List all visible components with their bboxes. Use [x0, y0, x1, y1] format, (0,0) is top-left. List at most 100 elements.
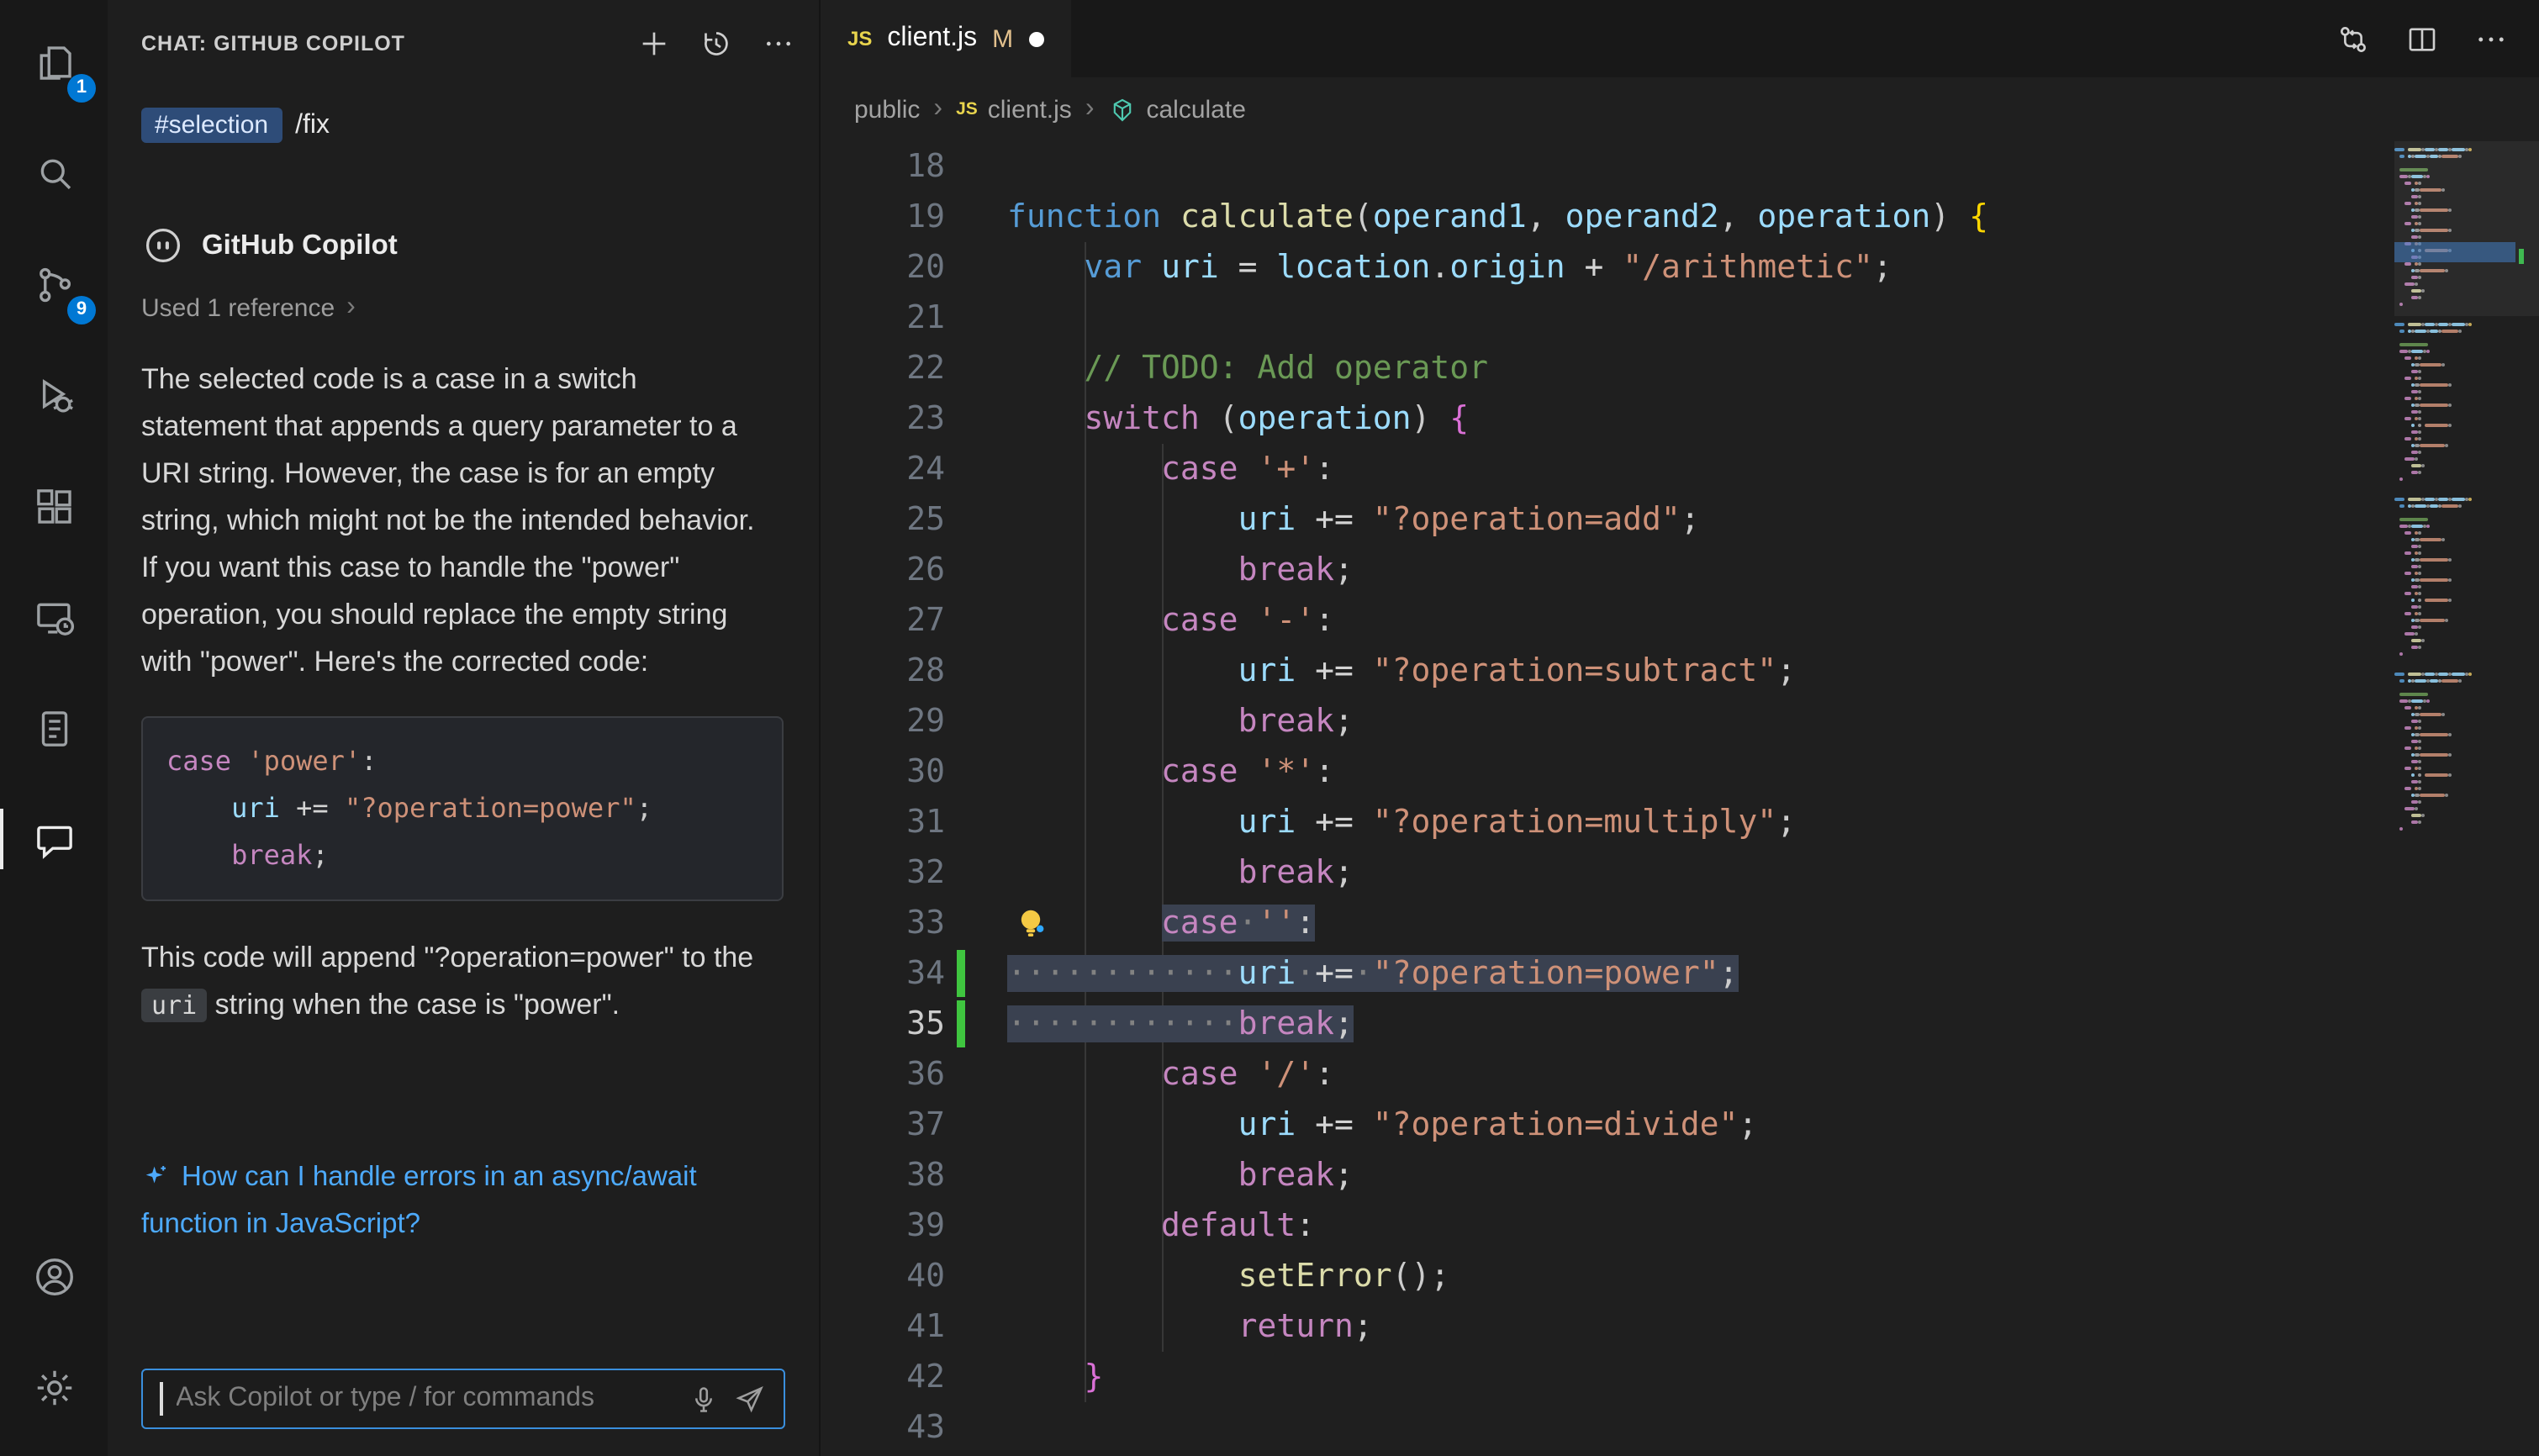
lightbulb-icon[interactable]	[1016, 906, 1048, 942]
activity-item-remote-explorer[interactable]	[0, 562, 108, 673]
chat-input-placeholder: Ask Copilot or type / for commands	[176, 1384, 674, 1414]
chat-header-actions	[637, 27, 795, 61]
assistant-paragraph-1: The selected code is a case in a switch …	[141, 356, 767, 686]
activity-item-source-control[interactable]: 9	[0, 229, 108, 340]
activity-item-notebook[interactable]	[0, 673, 108, 783]
line-number[interactable]: 29	[821, 703, 945, 740]
line-number[interactable]: 24	[821, 451, 945, 488]
code-line[interactable]: 31 uri += "?operation=multiply";	[821, 797, 2539, 847]
line-number[interactable]: 32	[821, 854, 945, 891]
followup-suggestion-link[interactable]: How can I handle errors in an async/awai…	[141, 1153, 797, 1248]
references-toggle[interactable]: Used 1 reference ›	[141, 293, 356, 323]
code-line[interactable]: 36 case '/':	[821, 1049, 2539, 1100]
line-number[interactable]: 41	[821, 1308, 945, 1345]
line-number[interactable]: 31	[821, 804, 945, 841]
plus-icon	[637, 27, 671, 61]
activity-item-run-debug[interactable]	[0, 340, 108, 451]
code-line[interactable]: 26 break;	[821, 545, 2539, 595]
line-number[interactable]: 20	[821, 249, 945, 286]
line-number[interactable]: 30	[821, 753, 945, 790]
line-number[interactable]: 19	[821, 198, 945, 235]
code-line[interactable]: 32 break;	[821, 847, 2539, 898]
code-line[interactable]: 35············break;	[821, 999, 2539, 1049]
send-button[interactable]	[733, 1382, 767, 1416]
code-line[interactable]: 38 break;	[821, 1150, 2539, 1200]
line-number[interactable]: 33	[821, 905, 945, 942]
code-line[interactable]: 28 uri += "?operation=subtract";	[821, 646, 2539, 696]
code-line[interactable]: 42 }	[821, 1352, 2539, 1402]
activity-item-explorer[interactable]: 1	[0, 7, 108, 118]
code-line[interactable]: 18	[821, 141, 2539, 192]
code-line[interactable]: 23 switch (operation) {	[821, 393, 2539, 444]
activity-item-settings[interactable]	[0, 1332, 108, 1443]
history-button[interactable]	[699, 27, 733, 61]
line-number[interactable]: 42	[821, 1358, 945, 1395]
code-line[interactable]: 19function calculate(operand1, operand2,…	[821, 192, 2539, 242]
code-line[interactable]: 20 var uri = location.origin + "/arithme…	[821, 242, 2539, 293]
line-number[interactable]: 39	[821, 1207, 945, 1244]
breadcrumb-symbol[interactable]: calculate	[1107, 95, 1245, 124]
code-line[interactable]: 30 case '*':	[821, 746, 2539, 797]
assistant-header: GitHub Copilot	[141, 224, 785, 267]
copilot-avatar-icon	[141, 224, 185, 267]
explorer-icon	[31, 40, 77, 85]
code-line[interactable]: 25 uri += "?operation=add";	[821, 494, 2539, 545]
overview-ruler	[2515, 141, 2539, 1456]
breadcrumb-folder[interactable]: public	[854, 95, 920, 124]
gutter-change-bar	[957, 1000, 965, 1047]
code-line[interactable]: 24 case '+':	[821, 444, 2539, 494]
compare-changes-button[interactable]	[2336, 21, 2371, 56]
code-line[interactable]: 27 case '-':	[821, 595, 2539, 646]
breadcrumb-file[interactable]: JS client.js	[956, 95, 1072, 124]
editor-actions	[2336, 0, 2539, 77]
inline-code-uri: uri	[141, 989, 207, 1022]
activity-item-accounts[interactable]	[0, 1221, 108, 1332]
code-line[interactable]: 41 return;	[821, 1301, 2539, 1352]
code-line[interactable]: 43	[821, 1402, 2539, 1453]
code-line[interactable]: 39 default:	[821, 1200, 2539, 1251]
tab-client-js[interactable]: JS client.js M	[821, 0, 1070, 77]
activity-item-chat[interactable]	[0, 783, 108, 894]
chat-input[interactable]: Ask Copilot or type / for commands	[141, 1369, 785, 1429]
code-editor[interactable]: 18 19function calculate(operand1, operand…	[821, 141, 2539, 1456]
line-number[interactable]: 23	[821, 400, 945, 437]
line-number[interactable]: 21	[821, 299, 945, 336]
line-number[interactable]: 40	[821, 1258, 945, 1295]
assistant-message: GitHub Copilot Used 1 reference › The se…	[141, 224, 785, 1248]
mic-button[interactable]	[688, 1383, 720, 1415]
code-line[interactable]: 34············uri·+=·"?operation=power";	[821, 948, 2539, 999]
more-button[interactable]	[762, 27, 795, 61]
user-message: #selection /fix	[141, 108, 785, 143]
minimap[interactable]	[2394, 141, 2515, 1456]
code-line[interactable]: 40 setError();	[821, 1251, 2539, 1301]
unsaved-dot-icon[interactable]	[1028, 31, 1043, 46]
suggested-code-block: case 'power': uri += "?operation=power";…	[141, 716, 784, 901]
line-number[interactable]: 35	[821, 1005, 945, 1042]
code-line[interactable]: 33 case·'':	[821, 898, 2539, 948]
line-number[interactable]: 28	[821, 652, 945, 689]
ruler-change-mark	[2519, 249, 2524, 264]
tab-bar: JS client.js M	[821, 0, 2539, 77]
line-number[interactable]: 36	[821, 1056, 945, 1093]
code-line[interactable]: 37 uri += "?operation=divide";	[821, 1100, 2539, 1150]
line-number[interactable]: 18	[821, 148, 945, 185]
new-chat-button[interactable]	[637, 27, 671, 61]
more-actions-button[interactable]	[2473, 21, 2509, 56]
activity-item-extensions[interactable]	[0, 451, 108, 562]
code-line[interactable]: 21	[821, 293, 2539, 343]
compare-changes-icon	[2336, 21, 2371, 56]
line-number[interactable]: 26	[821, 551, 945, 588]
code-line[interactable]: 22 // TODO: Add operator	[821, 343, 2539, 393]
split-editor-icon	[2404, 21, 2440, 56]
line-number[interactable]: 25	[821, 501, 945, 538]
line-number[interactable]: 27	[821, 602, 945, 639]
line-number[interactable]: 22	[821, 350, 945, 387]
activity-item-search[interactable]	[0, 118, 108, 229]
line-number[interactable]: 38	[821, 1157, 945, 1194]
line-number[interactable]: 43	[821, 1409, 945, 1446]
line-number[interactable]: 34	[821, 955, 945, 992]
line-number[interactable]: 37	[821, 1106, 945, 1143]
settings-gear-icon	[31, 1364, 77, 1410]
code-line[interactable]: 29 break;	[821, 696, 2539, 746]
split-editor-button[interactable]	[2404, 21, 2440, 56]
